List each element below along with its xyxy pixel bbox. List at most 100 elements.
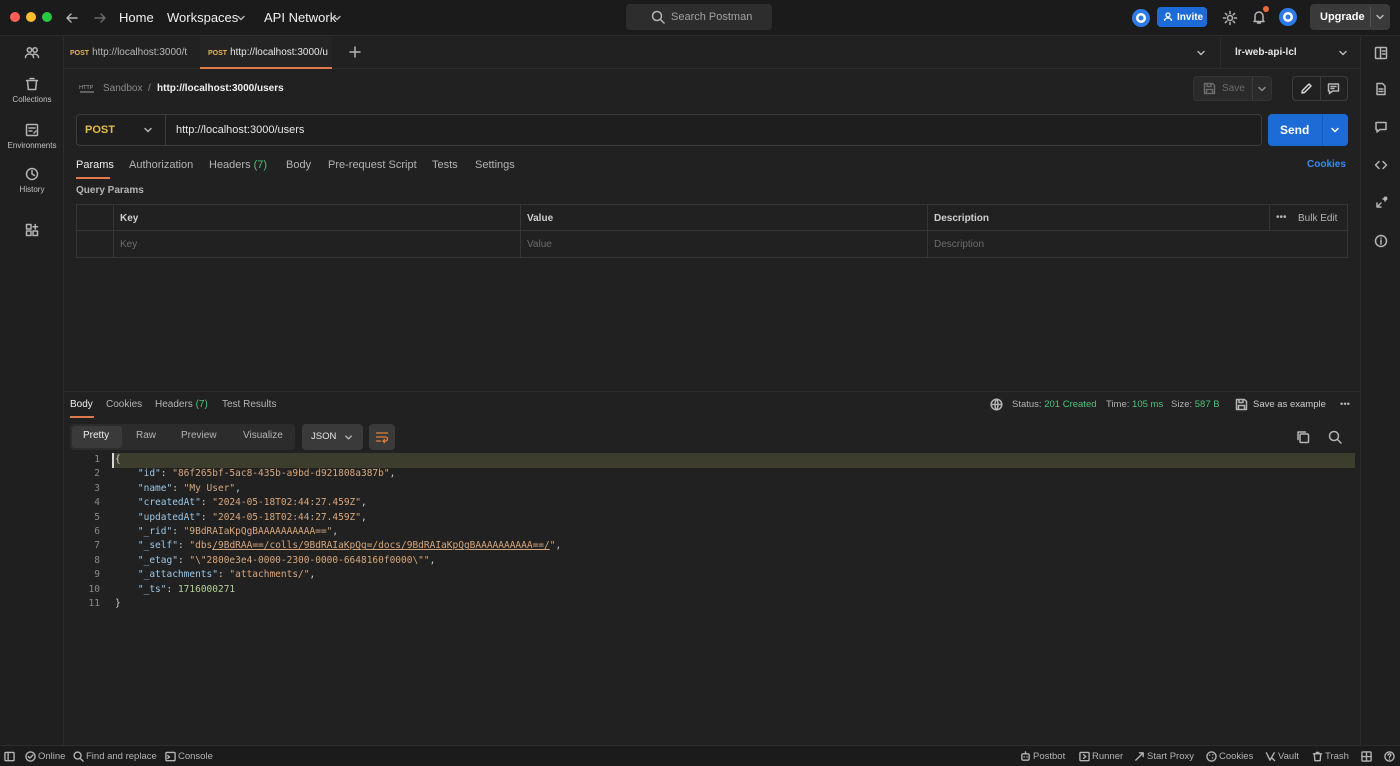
response-tab-headers[interactable]: Headers (7) — [155, 399, 208, 410]
help-icon[interactable] — [1384, 751, 1395, 762]
nav-api-network[interactable]: API Network — [264, 10, 336, 25]
sidebar-item-add[interactable] — [0, 223, 64, 241]
http-method-select[interactable]: POST — [77, 115, 166, 145]
chevron-down-icon[interactable] — [1338, 48, 1348, 58]
minimize-window-button[interactable] — [26, 12, 36, 22]
line-number: 2 — [94, 468, 100, 480]
tab-method: POST — [70, 50, 90, 57]
search-icon[interactable] — [1328, 430, 1342, 444]
upgrade-button[interactable]: Upgrade — [1310, 4, 1390, 30]
key-input[interactable]: Key — [120, 239, 137, 250]
column-divider — [113, 205, 114, 257]
response-tab-body[interactable]: Body — [70, 399, 93, 410]
more-options-icon[interactable]: ••• — [1340, 399, 1350, 410]
sidebar-item-team[interactable] — [0, 45, 64, 65]
tab-tests[interactable]: Tests — [432, 159, 458, 171]
tabs-dropdown-chevron-icon[interactable] — [1196, 48, 1206, 58]
back-arrow-icon[interactable] — [65, 11, 79, 25]
gear-icon[interactable] — [1222, 10, 1238, 26]
comments-icon[interactable] — [1374, 120, 1388, 134]
code-line: } — [115, 598, 121, 609]
maximize-window-button[interactable] — [42, 12, 52, 22]
url-input[interactable]: http://localhost:3000/users — [176, 124, 304, 136]
postbot-button[interactable]: Postbot — [1033, 751, 1065, 762]
info-icon[interactable] — [1374, 234, 1388, 248]
globe-icon[interactable] — [990, 398, 1003, 411]
save-as-example-button[interactable]: Save as example — [1253, 399, 1326, 410]
view-tab-preview[interactable]: Preview — [181, 430, 217, 441]
copy-icon[interactable] — [1296, 430, 1310, 444]
tab-params[interactable]: Params — [76, 159, 114, 171]
vault-button[interactable]: Vault — [1278, 751, 1299, 762]
toggle-sidebar-icon[interactable] — [4, 751, 15, 762]
format-select[interactable]: JSON — [302, 424, 363, 450]
upgrade-label: Upgrade — [1320, 11, 1365, 23]
runner-button[interactable]: Runner — [1092, 751, 1123, 762]
console-button[interactable]: Console — [178, 751, 213, 762]
breadcrumb-parent[interactable]: Sandbox — [103, 83, 142, 94]
tab-prerequest-script[interactable]: Pre-request Script — [328, 159, 417, 171]
find-and-replace-button[interactable]: Find and replace — [86, 751, 157, 762]
send-button[interactable]: Send — [1268, 114, 1348, 146]
close-window-button[interactable] — [10, 12, 20, 22]
chevron-down-icon[interactable] — [1375, 12, 1385, 22]
http-request-icon: HTTP — [79, 85, 94, 93]
nav-home[interactable]: Home — [119, 10, 154, 25]
json-key: "_ts" — [137, 583, 167, 595]
cookies-button[interactable]: Cookies — [1219, 751, 1253, 762]
column-divider — [520, 205, 521, 257]
search-box[interactable]: Search Postman — [626, 4, 772, 30]
related-collections-icon[interactable] — [1374, 196, 1388, 210]
save-button[interactable]: Save — [1193, 76, 1272, 101]
send-options-chevron-icon[interactable] — [1330, 125, 1340, 135]
description-input[interactable]: Description — [934, 239, 984, 250]
sidebar-item-environments[interactable]: Environments — [0, 123, 64, 150]
page-title: http://localhost:3000/users — [157, 83, 284, 94]
online-status[interactable]: Online — [38, 751, 65, 762]
size-label: Size: — [1171, 399, 1193, 410]
cookies-link[interactable]: Cookies — [1307, 159, 1346, 170]
pane-divider[interactable] — [64, 391, 1360, 392]
view-tab-pretty[interactable]: Pretty — [83, 430, 109, 441]
more-options-icon[interactable]: ••• — [1276, 212, 1287, 223]
trash-button[interactable]: Trash — [1325, 751, 1349, 762]
chevron-down-icon[interactable] — [1257, 84, 1267, 94]
column-header-key: Key — [120, 213, 139, 224]
new-tab-plus-icon[interactable] — [349, 46, 361, 58]
tab-headers-count: (7) — [253, 159, 268, 171]
value-input[interactable]: Value — [527, 239, 552, 250]
environment-quicklook-icon[interactable] — [1374, 46, 1388, 60]
tab-body[interactable]: Body — [286, 159, 311, 171]
forward-arrow-icon[interactable] — [93, 11, 107, 25]
request-tab-1[interactable]: POST http://localhost:3000/t — [70, 37, 194, 69]
tab-authorization[interactable]: Authorization — [129, 159, 193, 171]
pencil-icon[interactable] — [1300, 82, 1313, 95]
start-proxy-button[interactable]: Start Proxy — [1147, 751, 1194, 762]
layout-grid-icon[interactable] — [1361, 751, 1372, 762]
nav-workspaces[interactable]: Workspaces — [167, 10, 238, 25]
response-tab-test-results[interactable]: Test Results — [222, 399, 276, 410]
json-colon: : — [166, 583, 178, 595]
bulk-edit-button[interactable]: Bulk Edit — [1298, 213, 1337, 224]
size-value: 587 B — [1194, 399, 1220, 410]
view-tab-raw[interactable]: Raw — [136, 430, 156, 441]
sidebar-item-collections[interactable]: Collections — [0, 77, 64, 104]
wrap-lines-button[interactable] — [369, 424, 395, 450]
view-tab-visualize[interactable]: Visualize — [243, 430, 283, 441]
request-tab-2-active[interactable]: POST http://localhost:3000/u — [200, 37, 332, 69]
chevron-down-icon — [237, 15, 245, 21]
response-tab-cookies[interactable]: Cookies — [106, 399, 142, 410]
tab-headers[interactable]: Headers (7) — [209, 159, 267, 171]
tab-settings[interactable]: Settings — [475, 159, 515, 171]
code-icon[interactable] — [1374, 158, 1388, 172]
invite-button[interactable]: Invite — [1157, 7, 1207, 27]
sidebar-item-history[interactable]: History — [0, 167, 64, 194]
add-block-icon — [25, 223, 39, 237]
tab-params-underline — [76, 177, 110, 179]
user-avatar-icon[interactable] — [1278, 7, 1298, 27]
comment-icon[interactable] — [1327, 82, 1340, 95]
environment-selector[interactable]: lr-web-api-lcl — [1235, 47, 1297, 58]
postbot-avatar-icon[interactable] — [1131, 8, 1151, 28]
documentation-icon[interactable] — [1374, 82, 1388, 96]
